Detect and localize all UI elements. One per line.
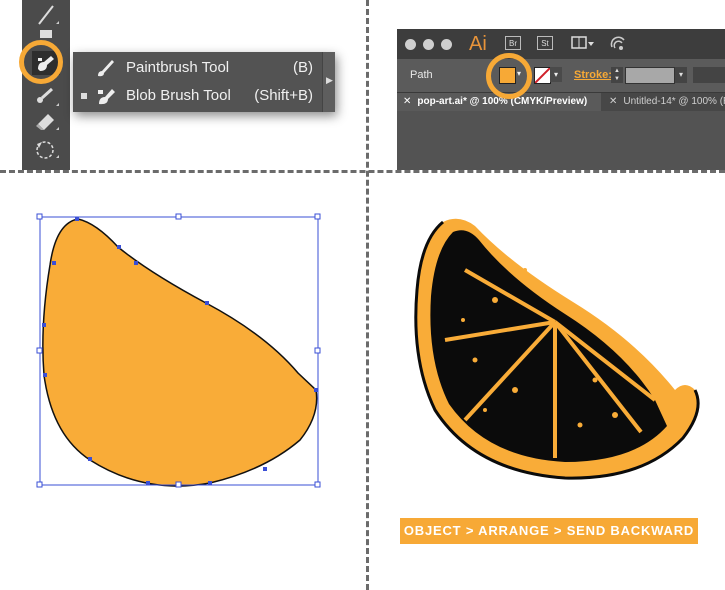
horizontal-divider [0,170,725,173]
blob-brush-tool-item[interactable]: Blob Brush Tool (Shift+B) [73,82,323,110]
close-tab-icon[interactable]: ✕ [609,96,617,107]
arrange-documents-icon[interactable] [571,35,595,51]
blob-brush-shortcut: (Shift+B) [254,87,313,104]
blob-brush-icon [95,85,117,107]
stroke-weight-stepper[interactable]: ▲ ▼ [611,67,623,83]
control-bar: Path ▾ ▾ Stroke: ▲ ▼ ▾ [397,59,725,93]
paintbrush-tool-item[interactable]: Paintbrush Tool (B) [73,54,323,82]
orange-slice-artwork [414,218,700,480]
tool-highlight-ring [19,40,63,84]
brush-tool-flyout: Paintbrush Tool (B) Blob Brush Tool (Shi… [73,52,335,112]
document-tab-bar: ✕ pop-art.ai* @ 100% (CMYK/Preview) ✕ Unti… [397,93,725,111]
flyout-tearoff-handle[interactable]: ▶ [322,52,335,112]
eyedropper-icon[interactable] [30,84,62,110]
rotate-icon[interactable] [30,136,62,162]
close-window-button[interactable] [405,39,416,50]
stroke-label[interactable]: Stroke: [574,69,612,81]
gpu-performance-icon[interactable] [609,35,629,53]
stroke-weight-input[interactable] [625,67,675,84]
stock-button[interactable]: St [537,36,553,50]
tab-title: Untitled-14* @ 100% (R [623,96,725,107]
paintbrush-tool-label: Paintbrush Tool [126,59,230,76]
orange-fill-shape-selected[interactable] [30,205,330,495]
blob-brush-tool-label: Blob Brush Tool [126,87,231,104]
title-bar: Ai Br St [397,29,725,59]
app-logo: Ai [469,33,487,55]
zoom-window-button[interactable] [441,39,452,50]
stroke-weight-dropdown-icon[interactable]: ▾ [675,67,687,83]
minimize-window-button[interactable] [423,39,434,50]
selection-type-label: Path [410,69,433,81]
variable-width-profile[interactable] [693,67,725,83]
line-segment-icon[interactable] [30,2,62,28]
stroke-color-swatch[interactable] [534,67,551,84]
document-tab-inactive[interactable]: ✕ Untitled-14* @ 100% (R [603,93,725,111]
eraser-icon[interactable] [30,108,62,134]
stroke-dropdown-icon[interactable]: ▾ [550,67,562,82]
paintbrush-shortcut: (B) [293,59,313,76]
selected-bullet [81,93,87,99]
vertical-divider [366,0,369,590]
tools-panel [22,0,70,170]
instruction-caption: OBJECT > ARRANGE > SEND BACKWARD [400,518,698,544]
close-tab-icon[interactable]: ✕ [403,96,411,107]
illustrator-window: Ai Br St Path ▾ ▾ Stroke: ▲ ▼ ▾ ✕ pop-art.… [397,29,725,170]
fill-highlight-ring [486,53,532,99]
bridge-button[interactable]: Br [505,36,521,50]
paintbrush-icon [95,57,117,79]
